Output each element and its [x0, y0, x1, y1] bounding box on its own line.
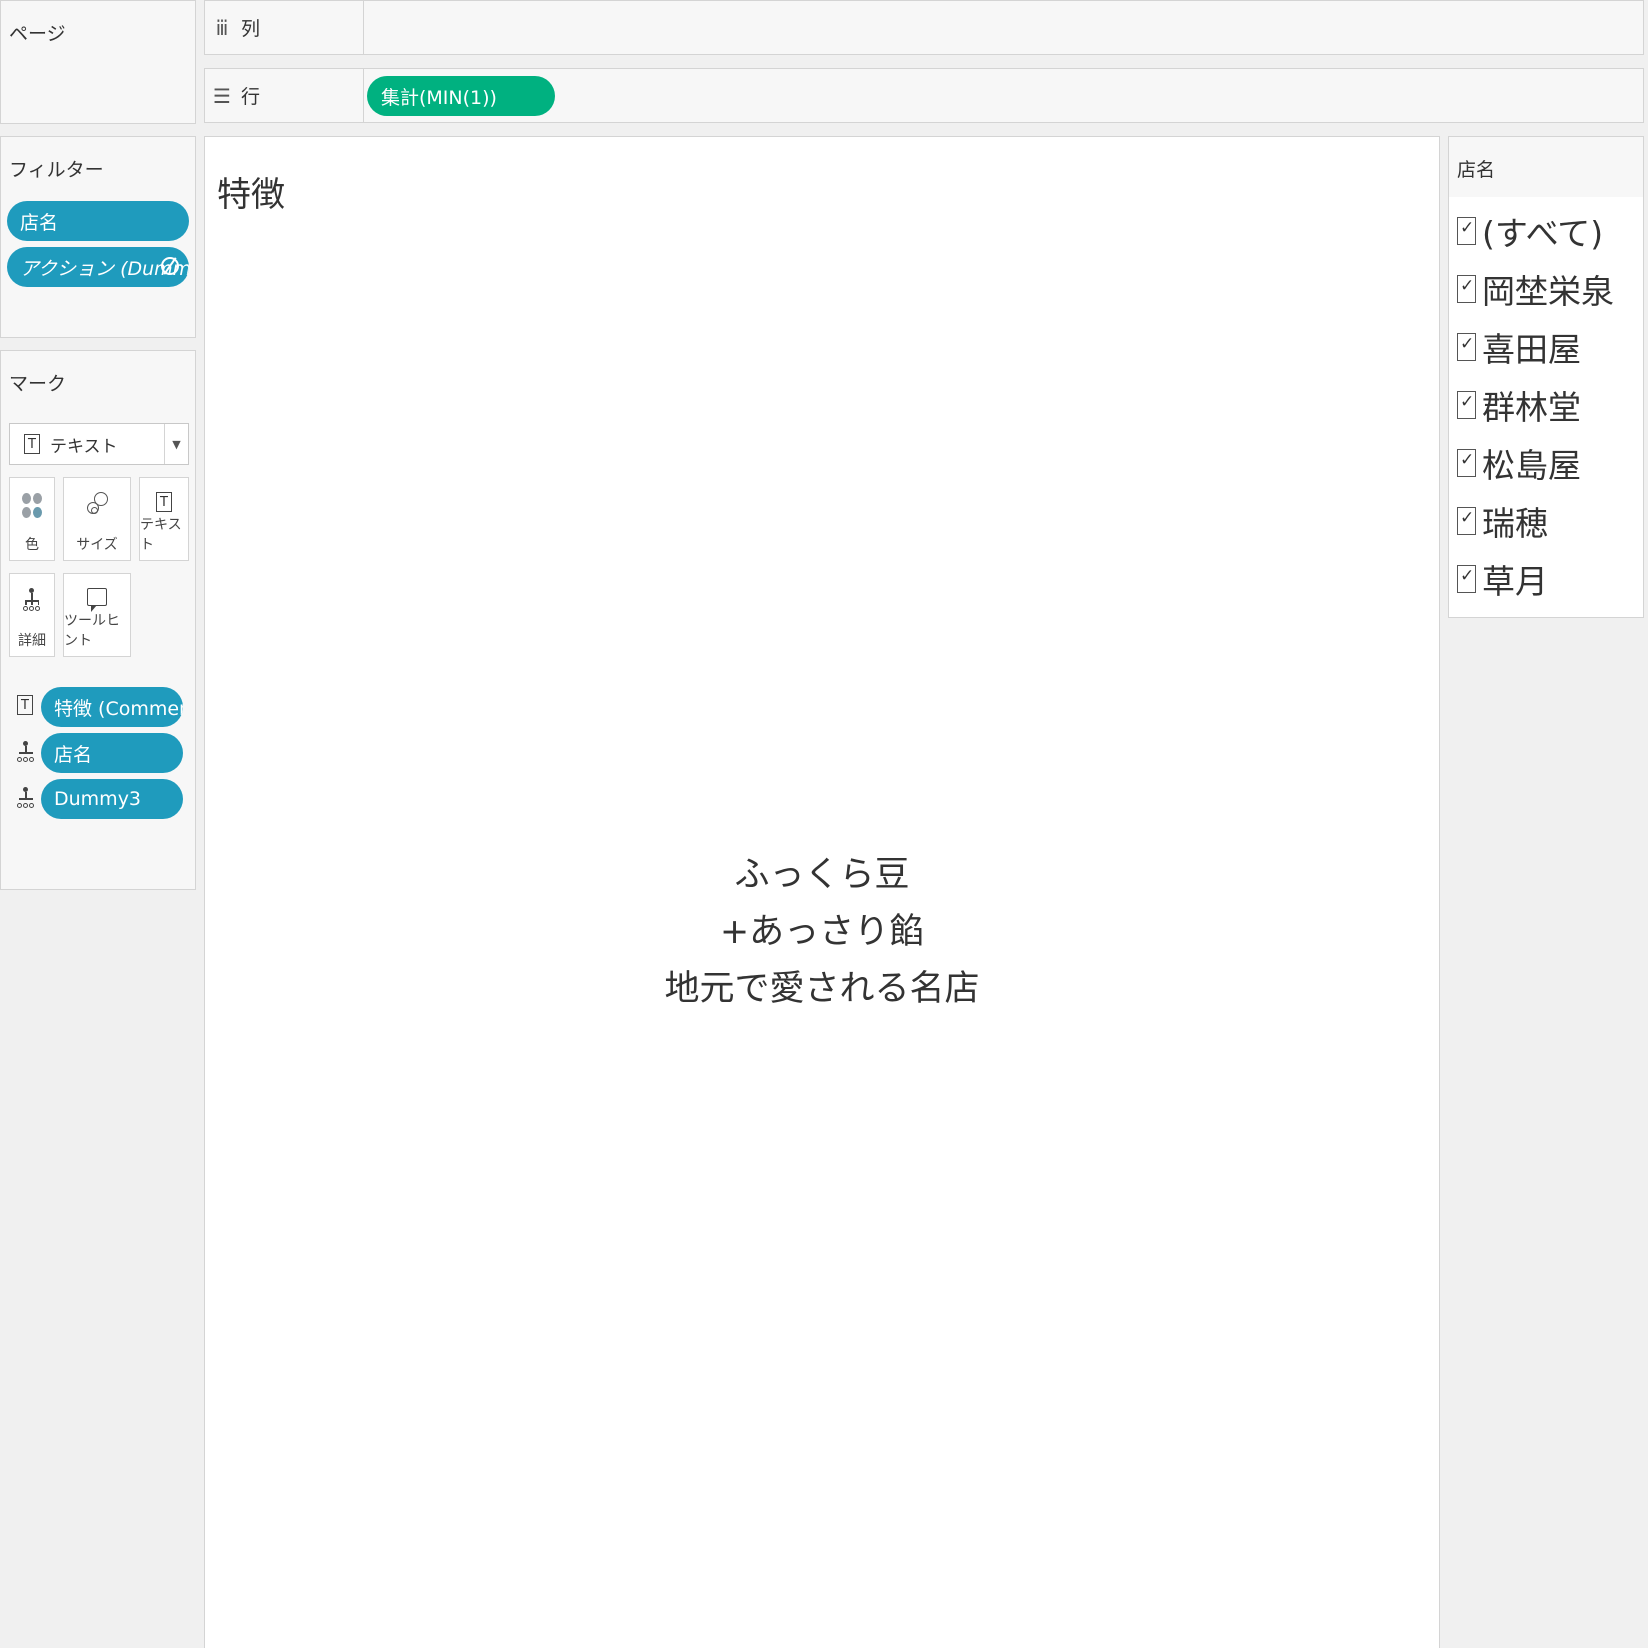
filter-option[interactable]: 草月: [1457, 559, 1548, 601]
quick-filter-title: 店名: [1449, 137, 1643, 197]
view-text-line: 地元で愛される名店: [664, 969, 980, 1009]
text-icon: T: [17, 695, 33, 715]
mark-field-pill-comment[interactable]: 特徴 (Comment): [41, 687, 183, 727]
mark-field-pill-dummy3[interactable]: Dummy3: [41, 779, 183, 819]
mark-field-row: 店名: [17, 733, 183, 773]
rows-pill-min1[interactable]: 集計(MIN(1)): [367, 76, 555, 116]
filters-shelf[interactable]: フィルター 店名 アクション (Dumm..: [0, 136, 196, 338]
color-button[interactable]: 色: [9, 477, 55, 561]
columns-label: 列: [241, 18, 261, 40]
rows-shelf-label-area: ☰ 行: [205, 69, 364, 122]
detail-icon: [17, 741, 35, 767]
color-icon: [21, 492, 43, 522]
checkbox-checked-icon[interactable]: [1457, 217, 1476, 245]
filter-option[interactable]: 松島屋: [1457, 443, 1581, 485]
text-button-label: テキスト: [140, 517, 182, 553]
mark-field-row: T 特徴 (Comment): [17, 687, 183, 727]
chevron-down-icon[interactable]: ▼: [164, 424, 188, 464]
text-icon: T: [156, 492, 172, 512]
filter-option-all[interactable]: (すべて): [1457, 211, 1603, 253]
checkbox-checked-icon[interactable]: [1457, 333, 1476, 361]
filter-pill-action-dummy[interactable]: アクション (Dumm..: [7, 247, 189, 287]
view-mark-text[interactable]: ふっくら豆 +あっさり餡 地元で愛される名店: [205, 847, 1439, 1018]
detail-button-label: 詳細: [18, 633, 46, 649]
mark-field-pill-store-name[interactable]: 店名: [41, 733, 183, 773]
action-link-icon: [161, 257, 179, 275]
size-button-label: サイズ: [76, 537, 118, 553]
filter-option-label: 瑞穂: [1482, 504, 1548, 543]
pages-shelf[interactable]: ページ: [0, 0, 196, 124]
tooltip-button[interactable]: ツールヒント: [63, 573, 131, 657]
filters-title: フィルター: [9, 159, 104, 181]
pages-title: ページ: [9, 23, 66, 45]
filter-pill-store-name[interactable]: 店名: [7, 201, 189, 241]
filter-option-label: 草月: [1482, 562, 1548, 601]
checkbox-checked-icon[interactable]: [1457, 565, 1476, 593]
detail-icon: [17, 787, 35, 813]
mark-type-label: テキスト: [50, 436, 118, 457]
filter-option-label: 群林堂: [1482, 388, 1581, 427]
viz-view[interactable]: 特徴 ふっくら豆 +あっさり餡 地元で愛される名店: [204, 136, 1440, 1648]
tooltip-icon: [87, 588, 107, 612]
filter-option[interactable]: 岡埜栄泉: [1457, 269, 1614, 311]
marks-card: マーク T テキスト ▼ 色 サイズ T テキスト 詳細 ツールヒント T 特徴…: [0, 350, 196, 890]
rows-label: 行: [241, 86, 261, 108]
filter-option-label: 喜田屋: [1482, 330, 1581, 369]
rows-shelf[interactable]: ☰ 行 集計(MIN(1)): [204, 68, 1644, 123]
store-name-quick-filter: 店名 (すべて) 岡埜栄泉 喜田屋 群林堂 松島屋 瑞穂 草月: [1448, 136, 1644, 618]
tooltip-button-label: ツールヒント: [64, 613, 120, 649]
text-button[interactable]: T テキスト: [139, 477, 189, 561]
filter-option[interactable]: 喜田屋: [1457, 327, 1581, 369]
checkbox-checked-icon[interactable]: [1457, 391, 1476, 419]
filter-option-label: 岡埜栄泉: [1482, 272, 1614, 311]
view-text-line: +あっさり餡: [719, 912, 925, 952]
size-icon: [86, 492, 108, 518]
view-text-line: ふっくら豆: [734, 855, 910, 895]
columns-shelf-label-area: ⅲ 列: [205, 1, 364, 54]
mark-field-row: Dummy3: [17, 779, 183, 819]
checkbox-checked-icon[interactable]: [1457, 507, 1476, 535]
columns-shelf[interactable]: ⅲ 列: [204, 0, 1644, 55]
filter-option[interactable]: 瑞穂: [1457, 501, 1548, 543]
detail-icon: [23, 588, 41, 614]
view-title: 特徴: [217, 175, 285, 215]
color-button-label: 色: [25, 537, 39, 553]
rows-icon: ☰: [213, 83, 231, 108]
text-mark-icon: T: [24, 434, 40, 454]
mark-type-dropdown[interactable]: T テキスト ▼: [9, 423, 189, 465]
checkbox-checked-icon[interactable]: [1457, 275, 1476, 303]
filter-option-label: (すべて): [1482, 214, 1604, 253]
detail-button[interactable]: 詳細: [9, 573, 55, 657]
filter-option-label: 松島屋: [1482, 446, 1581, 485]
checkbox-checked-icon[interactable]: [1457, 449, 1476, 477]
filter-option[interactable]: 群林堂: [1457, 385, 1581, 427]
marks-title: マーク: [9, 373, 67, 395]
columns-icon: ⅲ: [215, 15, 229, 40]
size-button[interactable]: サイズ: [63, 477, 131, 561]
